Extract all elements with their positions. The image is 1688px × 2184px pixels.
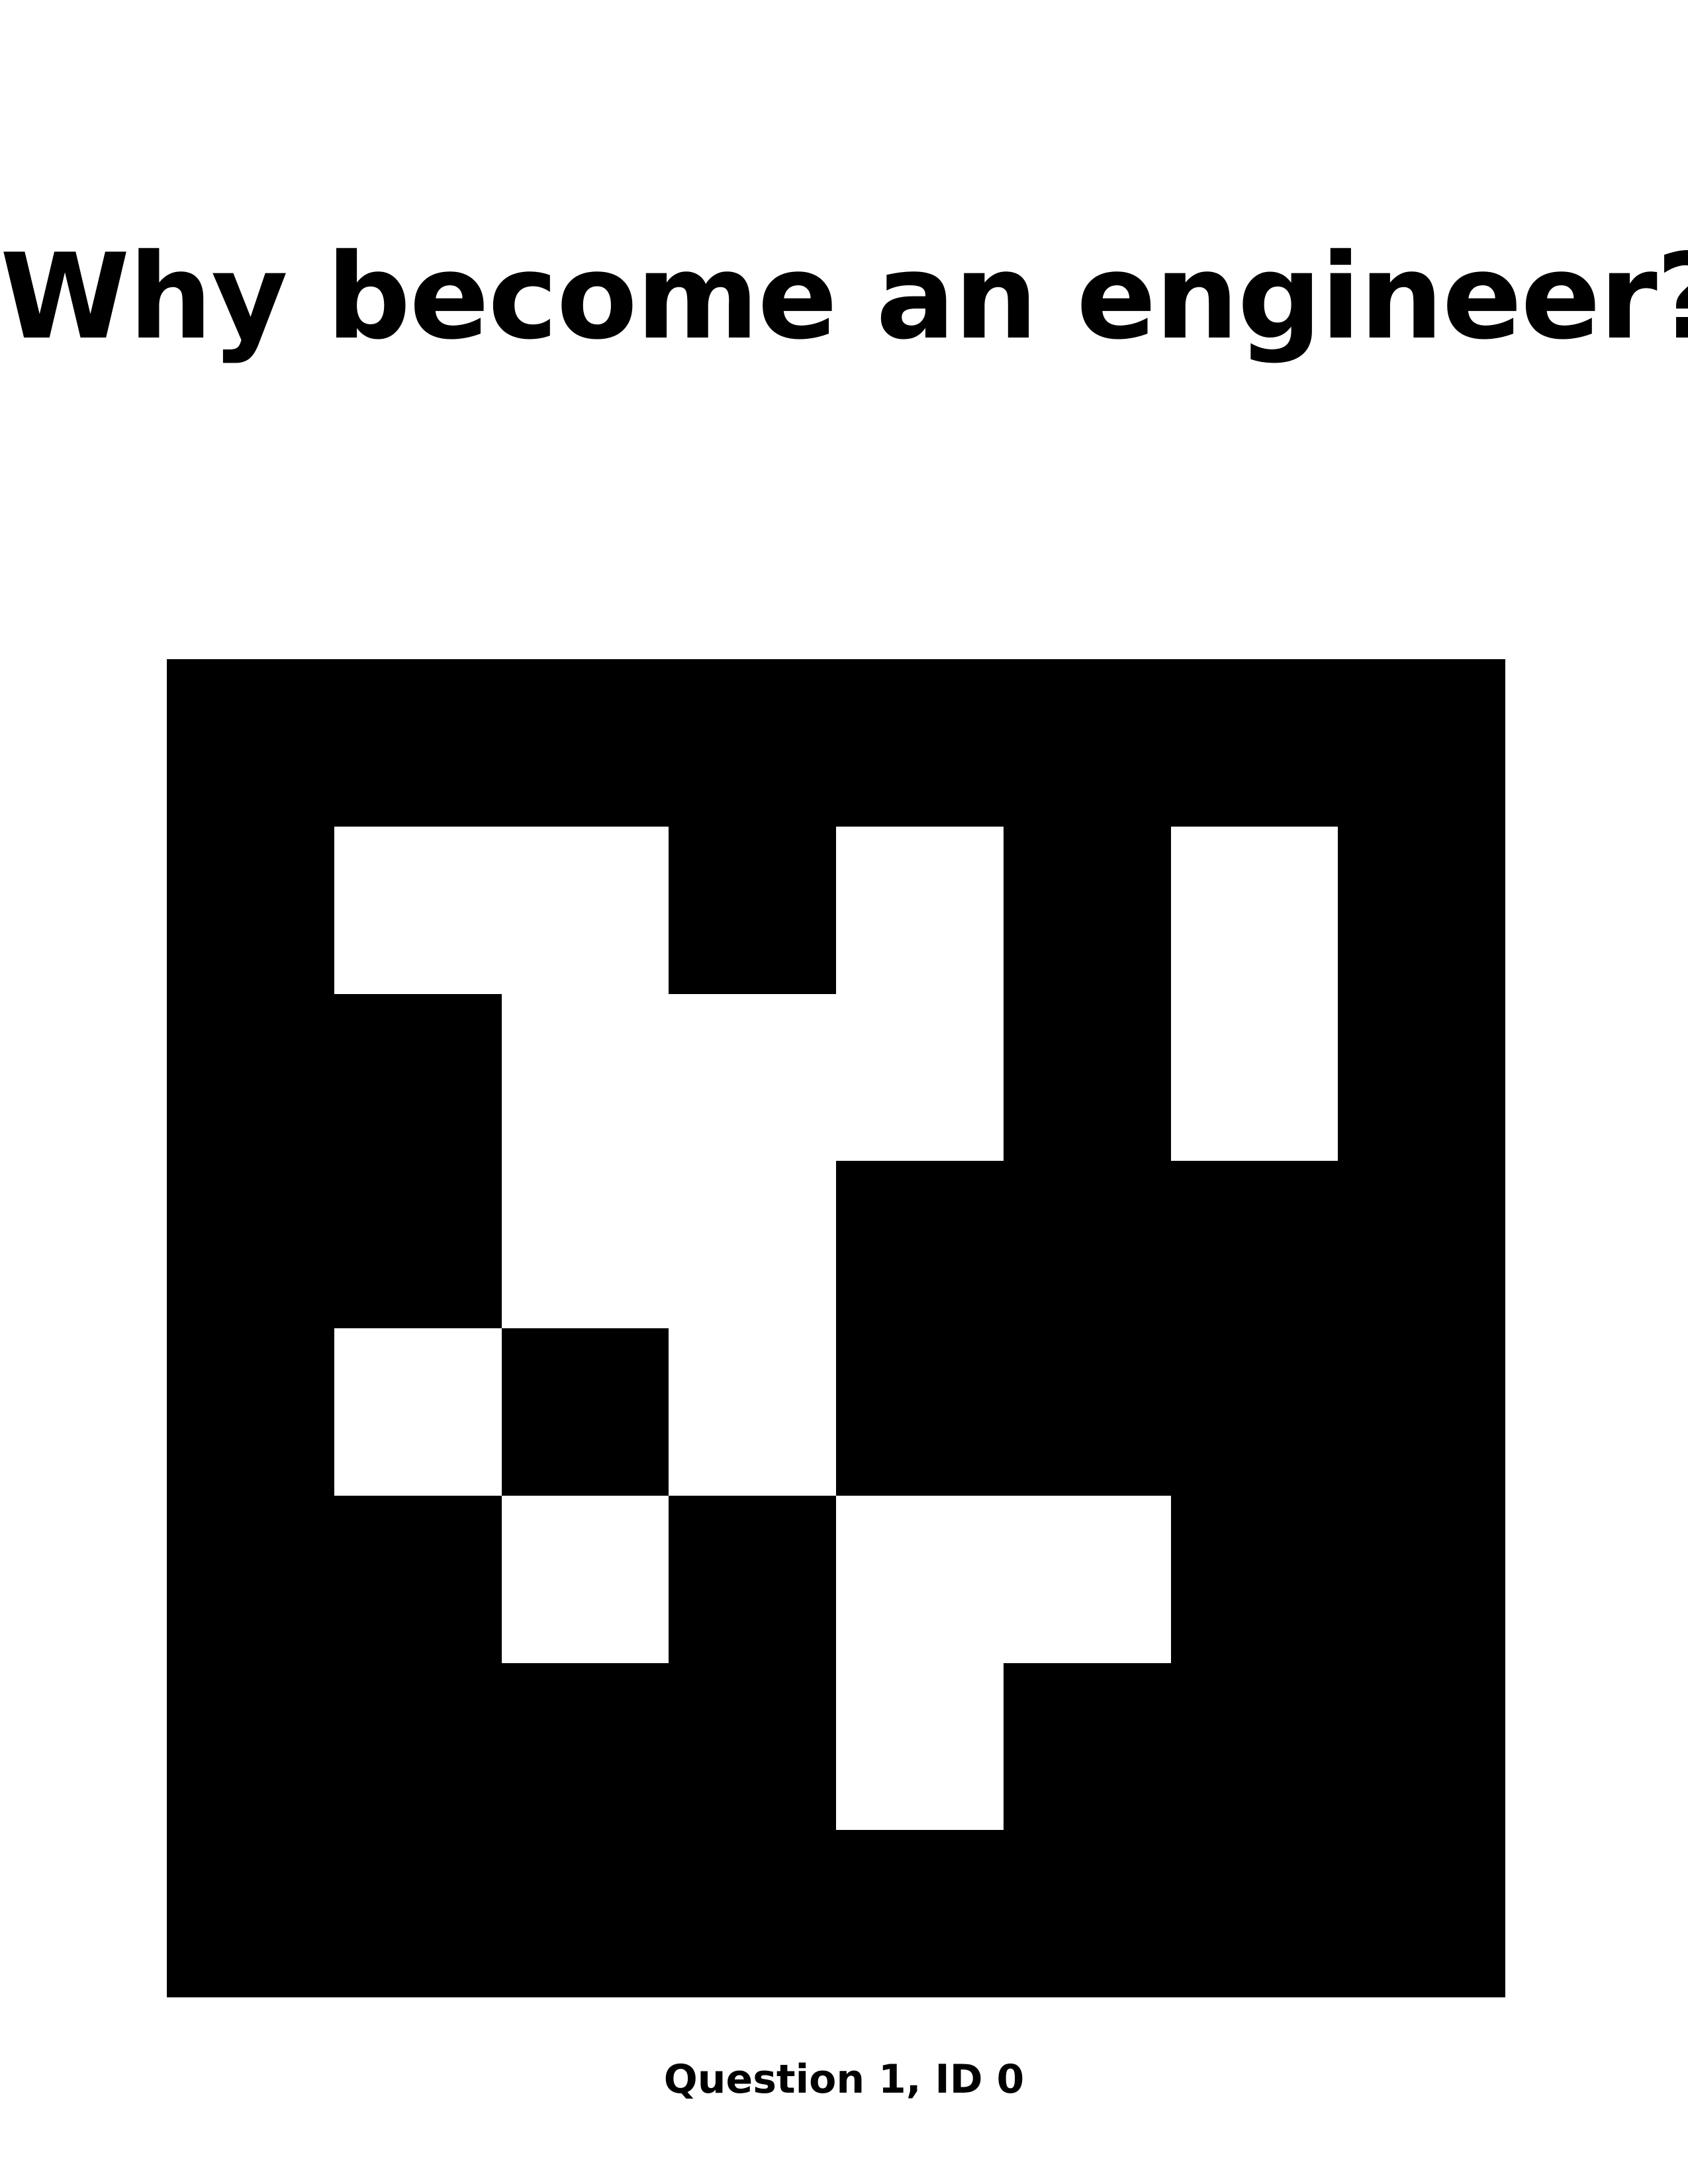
marker-cell-black	[1003, 1830, 1171, 1997]
marker-cell-black	[167, 1495, 334, 1663]
marker-cell-black	[1003, 659, 1171, 827]
marker-cell-black	[1003, 1328, 1171, 1496]
marker-cell-black	[1338, 826, 1505, 994]
marker-cell-black	[669, 1662, 836, 1831]
question-caption: Question 1, ID 0	[663, 2056, 1025, 2103]
marker-cell-black	[836, 1328, 1004, 1496]
marker-cell-white	[836, 993, 1004, 1161]
marker-cell-black	[836, 1161, 1004, 1328]
marker-cell-black	[1338, 1662, 1505, 1831]
aruco-marker	[167, 659, 1505, 1997]
marker-cell-white	[334, 1328, 502, 1496]
marker-cell-white	[501, 1495, 669, 1663]
marker-cell-black	[1003, 1662, 1171, 1831]
marker-cell-black	[1170, 1161, 1338, 1328]
marker-cell-white	[836, 1662, 1004, 1831]
marker-cell-black	[1170, 1662, 1338, 1831]
marker-cell-black	[1338, 1161, 1505, 1328]
marker-cell-white	[836, 1495, 1004, 1663]
marker-cell-black	[1003, 1161, 1171, 1328]
marker-cell-white	[1170, 826, 1338, 994]
marker-cell-black	[334, 1495, 502, 1663]
marker-cell-white	[501, 1161, 669, 1328]
marker-cell-black	[836, 659, 1004, 827]
marker-cell-black	[1338, 1495, 1505, 1663]
marker-cell-black	[1338, 1830, 1505, 1997]
marker-cell-black	[334, 659, 502, 827]
marker-cell-white	[1003, 1495, 1171, 1663]
marker-cell-black	[334, 1161, 502, 1328]
marker-cell-black	[167, 1662, 334, 1831]
marker-cell-white	[501, 993, 669, 1161]
marker-cell-white	[836, 826, 1004, 994]
marker-cell-black	[1170, 1830, 1338, 1997]
marker-cell-black	[836, 1830, 1004, 1997]
marker-cell-black	[167, 659, 334, 827]
marker-cell-black	[669, 1830, 836, 1997]
marker-cell-black	[167, 826, 334, 994]
marker-cell-white	[501, 826, 669, 994]
marker-cell-black	[167, 1161, 334, 1328]
marker-cell-black	[167, 993, 334, 1161]
marker-cell-black	[1338, 1328, 1505, 1496]
marker-cell-black	[1338, 993, 1505, 1161]
marker-cell-black	[1170, 1495, 1338, 1663]
marker-cell-black	[334, 1830, 502, 1997]
marker-cell-black	[501, 659, 669, 827]
page-title: Why become an engineer?	[0, 228, 1688, 365]
marker-cell-black	[334, 1662, 502, 1831]
marker-cell-white	[669, 1161, 836, 1328]
marker-cell-black	[167, 1830, 334, 1997]
marker-cell-black	[1003, 826, 1171, 994]
marker-cell-black	[1003, 993, 1171, 1161]
marker-cell-black	[501, 1662, 669, 1831]
marker-cell-black	[167, 1328, 334, 1496]
marker-cell-black	[669, 659, 836, 827]
marker-cell-black	[1170, 659, 1338, 827]
marker-cell-black	[501, 1830, 669, 1997]
marker-cell-white	[334, 826, 502, 994]
marker-cell-black	[1170, 1328, 1338, 1496]
marker-cell-white	[669, 993, 836, 1161]
marker-cell-black	[501, 1328, 669, 1496]
marker-cell-white	[669, 1328, 836, 1496]
marker-cell-black	[669, 1495, 836, 1663]
marker-cell-white	[1170, 993, 1338, 1161]
marker-cell-black	[334, 993, 502, 1161]
marker-cell-black	[1338, 659, 1505, 827]
marker-cell-black	[669, 826, 836, 994]
